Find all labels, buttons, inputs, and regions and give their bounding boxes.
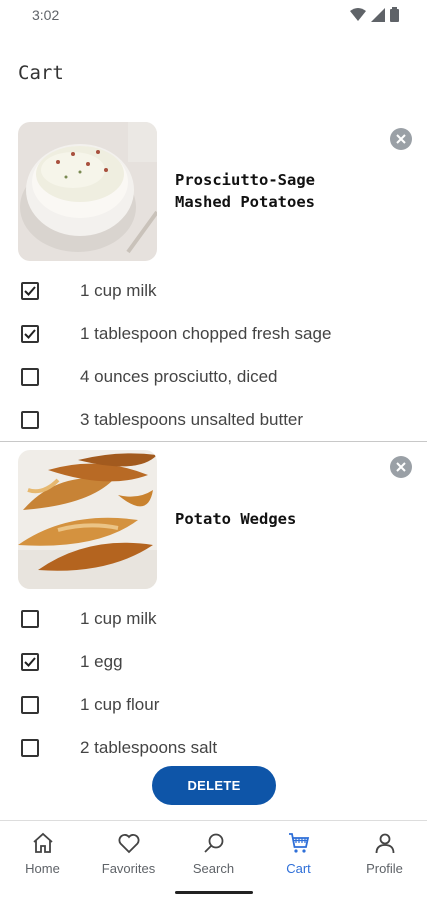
ingredient-label: 3 tablespoons unsalted butter <box>80 410 304 429</box>
ingredient-row: 1 egg <box>0 642 427 685</box>
checkmark-icon <box>24 329 36 339</box>
ingredient-checkbox[interactable] <box>21 610 39 628</box>
checkmark-icon <box>24 286 36 296</box>
recipe-image-potato-wedges <box>18 450 157 589</box>
ingredient-label: 1 egg <box>80 652 123 671</box>
delete-button[interactable]: DELETE <box>152 766 276 805</box>
ingredient-label: 1 cup milk <box>80 281 157 300</box>
ingredient-checkbox[interactable] <box>21 282 39 300</box>
checkmark-icon <box>24 657 36 667</box>
close-icon <box>396 134 406 144</box>
search-icon <box>203 833 223 853</box>
ingredient-checkbox[interactable] <box>21 368 39 386</box>
ingredient-label: 4 ounces prosciutto, diced <box>80 367 278 386</box>
ingredient-row: 1 cup milk <box>0 599 427 642</box>
recipe-image-mashed-potatoes <box>18 122 157 261</box>
page-title: Cart <box>18 62 64 84</box>
ingredient-checkbox[interactable] <box>21 653 39 671</box>
ingredient-label: 1 tablespoon chopped fresh sage <box>80 324 332 343</box>
wifi-icon <box>350 7 366 21</box>
status-icons <box>350 7 399 22</box>
nav-label: Search <box>192 861 235 876</box>
bottom-nav: Home Favorites Search Cart Profile <box>0 820 427 901</box>
nav-item-home[interactable]: Home <box>0 831 85 886</box>
ingredient-label: 2 tablespoons salt <box>80 738 218 757</box>
heart-icon <box>118 834 139 854</box>
remove-recipe-button[interactable] <box>390 128 412 150</box>
recipe-name: Prosciutto-Sage Mashed Potatoes <box>175 171 315 211</box>
ingredient-checkbox[interactable] <box>21 411 39 429</box>
home-icon <box>32 832 53 853</box>
recipe-name: Potato Wedges <box>175 510 297 528</box>
ingredient-row: 1 cup flour <box>0 685 427 728</box>
cart-icon <box>288 833 309 853</box>
signal-icon <box>371 7 385 22</box>
ingredient-checkbox[interactable] <box>21 696 39 714</box>
ingredient-row: 3 tablespoons unsalted butter <box>0 400 427 443</box>
nav-item-search[interactable]: Search <box>171 831 256 886</box>
remove-recipe-button[interactable] <box>390 456 412 478</box>
ingredient-label: 1 cup flour <box>80 695 160 714</box>
battery-icon <box>390 7 399 22</box>
divider <box>0 441 427 442</box>
ingredient-row: 1 tablespoon chopped fresh sage <box>0 314 427 357</box>
nav-label: Home <box>25 861 60 876</box>
ingredient-checkbox[interactable] <box>21 325 39 343</box>
nav-label: Profile <box>366 861 403 876</box>
nav-label: Cart <box>286 861 311 876</box>
nav-item-favorites[interactable]: Favorites <box>86 831 171 886</box>
person-icon <box>375 833 394 854</box>
close-icon <box>396 462 406 472</box>
nav-item-cart[interactable]: Cart <box>256 831 341 886</box>
status-bar: 3:02 <box>0 0 427 30</box>
nav-item-profile[interactable]: Profile <box>342 831 427 886</box>
status-time: 3:02 <box>32 7 60 23</box>
ingredient-checkbox[interactable] <box>21 739 39 757</box>
ingredient-row: 4 ounces prosciutto, diced <box>0 357 427 400</box>
ingredient-row: 2 tablespoons salt <box>0 728 427 771</box>
ingredient-label: 1 cup milk <box>80 609 157 628</box>
ingredient-row: 1 cup milk <box>0 271 427 314</box>
gesture-bar <box>175 891 253 894</box>
nav-label: Favorites <box>101 861 156 876</box>
